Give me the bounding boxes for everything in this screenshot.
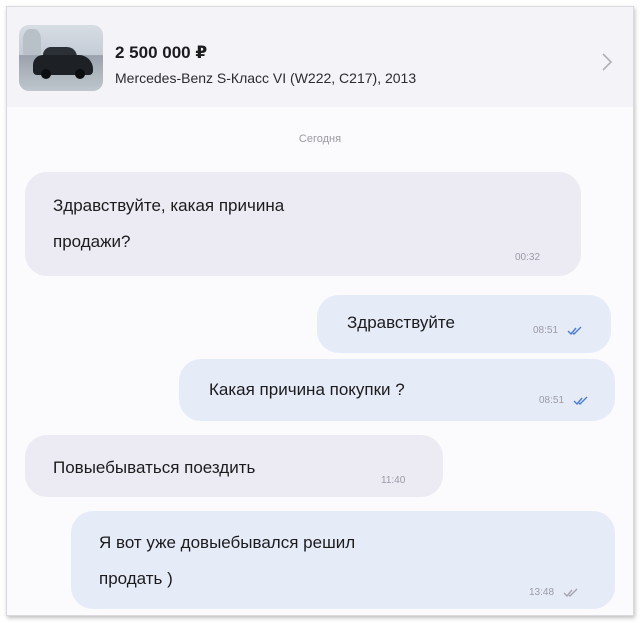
- message-time: 11:40: [381, 475, 406, 486]
- listing-header[interactable]: 2 500 000 ₽ Mercedes-Benz S-Класс VI (W2…: [7, 7, 633, 107]
- message-bubble-incoming[interactable]: Повыебываться поездить 11:40: [25, 435, 443, 497]
- message-bubble-outgoing[interactable]: Какая причина покупки ? 08:51: [179, 359, 615, 421]
- message-bubble-outgoing[interactable]: Здравствуйте 08:51: [317, 295, 611, 353]
- message-text: Я вот уже довыебывался решил продать ): [99, 533, 356, 588]
- thumbnail-background: [23, 29, 41, 55]
- message-time: 08:51: [539, 395, 565, 406]
- listing-title: Mercedes-Benz S-Класс VI (W222, C217), 2…: [115, 70, 417, 86]
- message-text: Какая причина покупки ?: [209, 380, 405, 399]
- double-check-icon: [573, 396, 588, 406]
- message-bubble-incoming[interactable]: Здравствуйте, какая причина продажи? 00:…: [25, 172, 581, 276]
- chevron-right-icon[interactable]: [601, 51, 613, 73]
- message-time: 13:48: [529, 587, 555, 598]
- car-wheel: [41, 69, 51, 79]
- message-time: 00:32: [515, 252, 541, 263]
- screenshot-frame: 2 500 000 ₽ Mercedes-Benz S-Класс VI (W2…: [6, 6, 634, 616]
- message-bubble-outgoing[interactable]: Я вот уже довыебывался решил продать ) 1…: [71, 511, 615, 609]
- listing-price: 2 500 000 ₽: [115, 43, 208, 62]
- date-separator: Сегодня: [298, 133, 342, 145]
- car-thumbnail[interactable]: [19, 25, 103, 91]
- double-check-icon: [567, 326, 582, 336]
- message-text: Здравствуйте, какая причина продажи?: [53, 196, 285, 251]
- double-check-icon: [563, 588, 578, 598]
- message-text: Здравствуйте: [347, 313, 455, 332]
- message-time: 08:51: [533, 325, 559, 336]
- car-wheel: [75, 69, 85, 79]
- message-text: Повыебываться поездить: [53, 458, 256, 477]
